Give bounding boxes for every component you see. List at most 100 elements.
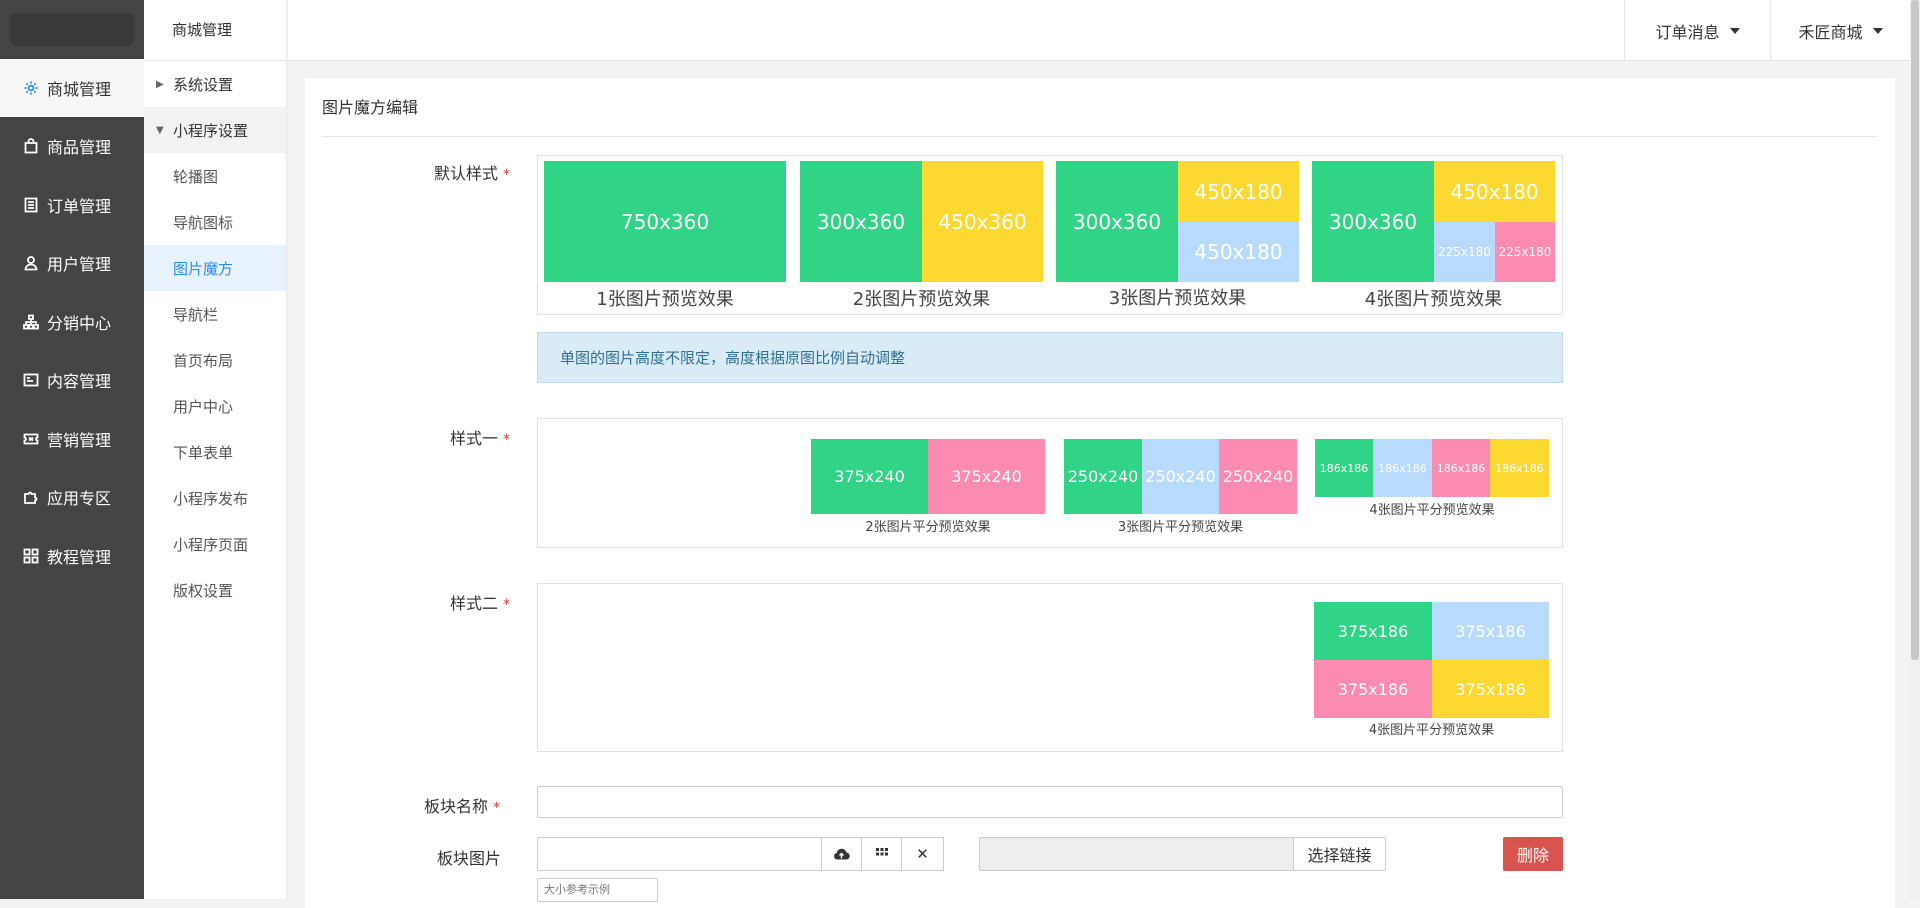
default-style-label-text: 默认样式	[433, 164, 498, 183]
sidebar-item-label: 订单管理	[47, 197, 112, 216]
preview-tile: 186x186	[1432, 439, 1490, 497]
link-input	[979, 837, 1294, 871]
caret-right-icon: ▶	[156, 78, 164, 90]
style1-options: 375x240 375x240 2张图片平分预览效果 250x240 250x2…	[537, 418, 1563, 548]
sidebar-item-orders[interactable]: 订单管理	[0, 176, 144, 234]
sidebar-item-label: 商城管理	[47, 80, 112, 99]
sidebar-item-distribution[interactable]: 分销中心	[0, 293, 144, 351]
size-hint: 大小参考示例	[537, 878, 658, 902]
subnav-item-publish[interactable]: 小程序发布	[144, 475, 286, 521]
sidebar-item-label: 分销中心	[47, 314, 112, 333]
info-tip: 单图的图片高度不限定，高度根据原图比例自动调整	[537, 332, 1563, 383]
shop-dropdown[interactable]: 禾匠商城	[1770, 0, 1910, 61]
preview-tile: 250x240	[1142, 439, 1219, 514]
required-mark: *	[503, 597, 510, 613]
sidebar-item-label: 教程管理	[47, 548, 112, 567]
sidebar-item-label: 内容管理	[47, 372, 112, 391]
bag-icon	[22, 137, 40, 155]
subnav-item-user-center[interactable]: 用户中心	[144, 383, 286, 429]
preview-tile: 186x186	[1490, 439, 1549, 497]
sidebar-item-label: 用户管理	[47, 255, 112, 274]
required-mark: *	[503, 432, 510, 448]
sidebar-item-content[interactable]: 内容管理	[0, 351, 144, 409]
doc-icon	[22, 371, 40, 389]
sitemap-icon	[22, 313, 40, 331]
default-style-options: 750x360 1张图片预览效果 300x360 450x360 2张图片预览效…	[537, 155, 1563, 315]
subnav-item-pages[interactable]: 小程序页面	[144, 521, 286, 567]
preview-caption: 2张图片预览效果	[852, 289, 991, 310]
sidebar-item-tutorials[interactable]: 教程管理	[0, 527, 144, 585]
list-icon	[22, 196, 40, 214]
choose-link-button[interactable]: 选择链接	[1293, 837, 1386, 871]
sidebar-item-mall[interactable]: 商城管理	[0, 59, 144, 117]
style2-options: 375x186 375x186 375x186 375x186 4张图片平分预览…	[537, 583, 1563, 752]
page-scrollbar[interactable]	[1910, 0, 1920, 899]
subnav-title: 商城管理	[144, 0, 286, 61]
caret-down-icon	[1729, 27, 1740, 34]
caret-down-icon	[1872, 27, 1883, 34]
scrollbar-thumb[interactable]	[1911, 0, 1919, 660]
gallery-button[interactable]	[861, 837, 902, 871]
preview-tile: 186x186	[1373, 439, 1432, 497]
preview-tile: 450x180	[1178, 161, 1299, 222]
preview-tile: 225x180	[1434, 222, 1495, 282]
puzzle-icon	[22, 488, 40, 506]
sidebar-item-apps[interactable]: 应用专区	[0, 468, 144, 526]
preview-caption: 3张图片平分预览效果	[1117, 520, 1244, 535]
subnav-item-carousel[interactable]: 轮播图	[144, 153, 286, 199]
subnav-item-navbar[interactable]: 导航栏	[144, 291, 286, 337]
preview-caption: 4张图片平分预览效果	[1368, 723, 1495, 738]
caret-down-icon: ▼	[156, 124, 164, 136]
subnav-item-order-form[interactable]: 下单表单	[144, 429, 286, 475]
user-icon	[22, 254, 40, 272]
preview-tile: 250x240	[1064, 439, 1142, 514]
required-mark: *	[493, 800, 500, 816]
secondary-sidebar: 商城管理 ▶ 系统设置 ▼ 小程序设置 轮播图 导航图标 图片魔方 导航栏 首页…	[144, 0, 287, 899]
cloud-upload-icon	[834, 848, 850, 860]
preview-tile: 450x180	[1178, 222, 1299, 282]
sidebar-item-label: 商品管理	[47, 138, 112, 157]
grid-icon	[875, 848, 888, 856]
style2-label-text: 样式二	[449, 594, 498, 613]
top-bar: 订单消息 禾匠商城	[288, 0, 1920, 61]
preview-tile: 250x240	[1219, 439, 1297, 514]
default-style-label: 默认样式 *	[370, 160, 510, 184]
sidebar-item-goods[interactable]: 商品管理	[0, 117, 144, 175]
order-messages-dropdown[interactable]: 订单消息	[1624, 0, 1770, 61]
preview-tile: 375x186	[1314, 602, 1432, 660]
subnav-item-system-settings[interactable]: ▶ 系统设置	[144, 61, 286, 107]
shop-label: 禾匠商城	[1798, 22, 1863, 42]
preview-tile: 375x240	[811, 439, 928, 514]
subnav-item-image-cube[interactable]: 图片魔方	[144, 245, 286, 291]
preview-tile: 300x360	[1312, 161, 1434, 282]
style1-label: 样式一 *	[370, 425, 510, 449]
delete-button[interactable]: 删除	[1503, 837, 1563, 871]
preview-tile: 300x360	[800, 161, 922, 282]
subnav-item-home-layout[interactable]: 首页布局	[144, 337, 286, 383]
subnav-item-nav-icons[interactable]: 导航图标	[144, 199, 286, 245]
block-image-input[interactable]	[537, 837, 822, 871]
panel-title: 图片魔方编辑	[322, 98, 419, 117]
subnav-item-miniprogram-settings[interactable]: ▼ 小程序设置	[144, 107, 286, 153]
sidebar-item-label: 应用专区	[47, 489, 112, 508]
preview-tile: 225x180	[1495, 222, 1555, 282]
sidebar-item-marketing[interactable]: 营销管理	[0, 410, 144, 468]
preview-tile: 750x360	[544, 161, 786, 282]
grid-icon	[22, 547, 40, 565]
preview-tile: 375x186	[1432, 660, 1549, 718]
preview-caption: 4张图片预览效果	[1364, 289, 1503, 310]
block-name-input[interactable]	[537, 786, 1563, 818]
upload-button[interactable]	[821, 837, 862, 871]
sidebar-item-users[interactable]: 用户管理	[0, 234, 144, 292]
ticket-icon	[22, 430, 40, 448]
order-messages-label: 订单消息	[1655, 22, 1720, 42]
preview-tile: 375x186	[1314, 660, 1432, 718]
sidebar-item-label: 营销管理	[47, 431, 112, 450]
subnav-item-label: 小程序设置	[173, 121, 249, 140]
subnav-item-copyright[interactable]: 版权设置	[144, 567, 286, 613]
preview-tile: 450x360	[922, 161, 1043, 282]
gear-icon	[22, 79, 40, 97]
clear-button[interactable]: ✕	[901, 837, 944, 871]
preview-caption: 2张图片平分预览效果	[865, 520, 991, 535]
preview-tile: 450x180	[1434, 161, 1555, 222]
